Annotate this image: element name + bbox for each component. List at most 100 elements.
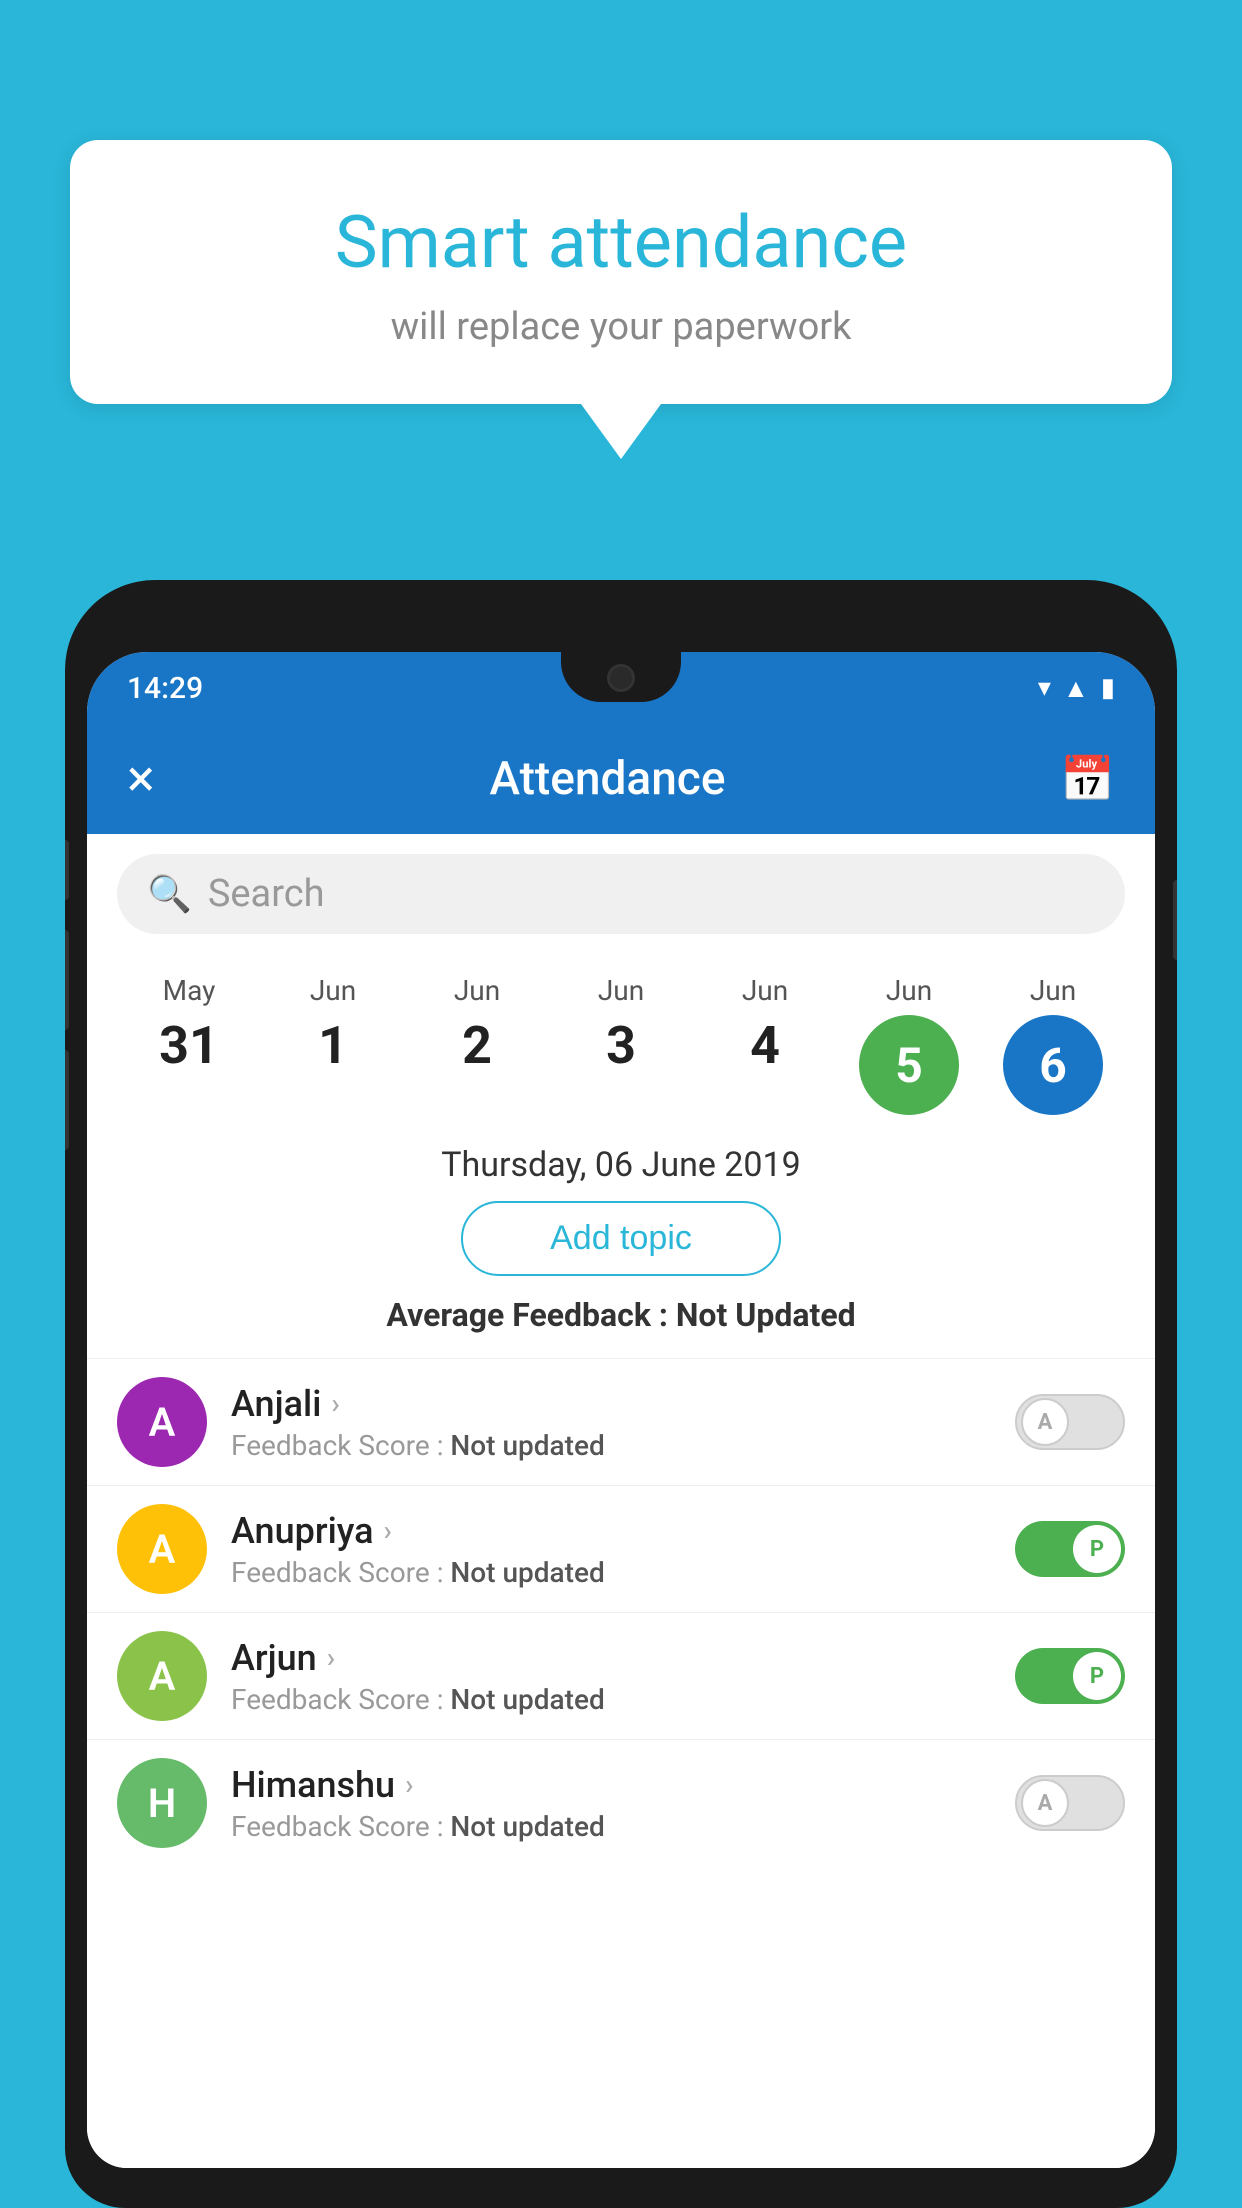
avg-feedback-value: Not Updated bbox=[676, 1296, 856, 1334]
date-day-4: 4 bbox=[750, 1015, 780, 1076]
toggle-anjali[interactable]: A bbox=[1015, 1394, 1125, 1450]
selected-date-label: Thursday, 06 June 2019 bbox=[87, 1145, 1155, 1185]
date-circle-jun5: 5 bbox=[859, 1015, 959, 1115]
volume-mute-button bbox=[65, 840, 69, 900]
avatar-himanshu: H bbox=[117, 1758, 207, 1848]
avatar-anupriya: A bbox=[117, 1504, 207, 1594]
toggle-arjun[interactable]: P bbox=[1015, 1648, 1125, 1704]
date-month-4: Jun bbox=[742, 974, 788, 1007]
volume-up-button bbox=[65, 930, 69, 1030]
chevron-anjali: › bbox=[331, 1387, 339, 1420]
avatar-letter-anupriya: A bbox=[149, 1526, 176, 1573]
date-day-3: 3 bbox=[606, 1015, 636, 1076]
student-info-himanshu: Himanshu › Feedback Score : Not updated bbox=[231, 1764, 991, 1843]
chevron-arjun: › bbox=[327, 1641, 335, 1674]
app-bar-title: Attendance bbox=[175, 752, 1040, 806]
phone-frame: 14:29 ▾ ▲ ▮ × Attendance 📅 bbox=[65, 580, 1177, 2208]
date-col-may31[interactable]: May 31 bbox=[139, 974, 239, 1115]
search-bar[interactable]: 🔍 Search bbox=[117, 854, 1125, 934]
feedback-anjali: Feedback Score : Not updated bbox=[231, 1429, 991, 1462]
battery-icon: ▮ bbox=[1101, 673, 1115, 703]
date-month-2: Jun bbox=[454, 974, 500, 1007]
feedback-value-himanshu: Not updated bbox=[450, 1810, 604, 1843]
speech-bubble-subtitle: will replace your paperwork bbox=[120, 305, 1122, 349]
date-day-1: 1 bbox=[318, 1015, 348, 1076]
name-text-arjun: Arjun bbox=[231, 1637, 317, 1679]
date-day-6: 6 bbox=[1039, 1037, 1067, 1094]
speech-bubble-container: Smart attendance will replace your paper… bbox=[70, 140, 1172, 459]
date-day-0: 31 bbox=[159, 1015, 219, 1076]
date-month-6: Jun bbox=[1030, 974, 1076, 1007]
calendar-icon[interactable]: 📅 bbox=[1060, 753, 1115, 805]
date-col-jun6[interactable]: Jun 6 bbox=[1003, 974, 1103, 1115]
close-button[interactable]: × bbox=[127, 753, 155, 805]
avatar-arjun: A bbox=[117, 1631, 207, 1721]
feedback-anupriya: Feedback Score : Not updated bbox=[231, 1556, 991, 1589]
student-item-anupriya[interactable]: A Anupriya › Feedback Score : Not update… bbox=[87, 1485, 1155, 1612]
speech-bubble: Smart attendance will replace your paper… bbox=[70, 140, 1172, 404]
avatar-anjali: A bbox=[117, 1377, 207, 1467]
feedback-value-anjali: Not updated bbox=[450, 1429, 604, 1462]
feedback-himanshu: Feedback Score : Not updated bbox=[231, 1810, 991, 1843]
status-time: 14:29 bbox=[127, 671, 203, 706]
toggle-knob-anjali: A bbox=[1021, 1398, 1069, 1446]
app-content: 🔍 Search May 31 Jun 1 bbox=[87, 834, 1155, 2168]
toggle-anupriya[interactable]: P bbox=[1015, 1521, 1125, 1577]
date-col-jun1[interactable]: Jun 1 bbox=[283, 974, 383, 1115]
avatar-letter-himanshu: H bbox=[148, 1780, 176, 1827]
student-name-himanshu: Himanshu › bbox=[231, 1764, 991, 1806]
student-info-anjali: Anjali › Feedback Score : Not updated bbox=[231, 1383, 991, 1462]
search-placeholder: Search bbox=[208, 872, 325, 916]
date-month-1: Jun bbox=[310, 974, 356, 1007]
front-camera bbox=[607, 664, 635, 692]
chevron-anupriya: › bbox=[384, 1514, 392, 1547]
app-bar: × Attendance 📅 bbox=[87, 724, 1155, 834]
student-name-anupriya: Anupriya › bbox=[231, 1510, 991, 1552]
phone-screen: 14:29 ▾ ▲ ▮ × Attendance 📅 bbox=[87, 652, 1155, 2168]
student-item-himanshu[interactable]: H Himanshu › Feedback Score : Not update… bbox=[87, 1739, 1155, 1866]
avg-feedback: Average Feedback : Not Updated bbox=[87, 1296, 1155, 1334]
student-info-anupriya: Anupriya › Feedback Score : Not updated bbox=[231, 1510, 991, 1589]
date-strip: May 31 Jun 1 Jun 2 bbox=[87, 954, 1155, 1125]
toggle-knob-himanshu: A bbox=[1021, 1779, 1069, 1827]
date-month-5: Jun bbox=[886, 974, 932, 1007]
student-item-anjali[interactable]: A Anjali › Feedback Score : Not updated bbox=[87, 1358, 1155, 1485]
add-topic-button[interactable]: Add topic bbox=[461, 1201, 781, 1276]
toggle-knob-anupriya: P bbox=[1073, 1525, 1121, 1573]
date-col-jun5[interactable]: Jun 5 bbox=[859, 974, 959, 1115]
speech-bubble-arrow bbox=[581, 404, 661, 459]
status-icons: ▾ ▲ ▮ bbox=[1038, 673, 1115, 704]
student-name-anjali: Anjali › bbox=[231, 1383, 991, 1425]
notch bbox=[561, 652, 681, 702]
name-text-anupriya: Anupriya bbox=[231, 1510, 374, 1552]
volume-down-button bbox=[65, 1050, 69, 1150]
student-item-arjun[interactable]: A Arjun › Feedback Score : Not updated bbox=[87, 1612, 1155, 1739]
power-button bbox=[1173, 880, 1177, 960]
feedback-value-anupriya: Not updated bbox=[450, 1556, 604, 1589]
toggle-himanshu[interactable]: A bbox=[1015, 1775, 1125, 1831]
toggle-knob-arjun: P bbox=[1073, 1652, 1121, 1700]
feedback-value-arjun: Not updated bbox=[450, 1683, 604, 1716]
date-circle-jun6: 6 bbox=[1003, 1015, 1103, 1115]
student-name-arjun: Arjun › bbox=[231, 1637, 991, 1679]
date-month-0: May bbox=[163, 974, 216, 1007]
date-month-3: Jun bbox=[598, 974, 644, 1007]
name-text-himanshu: Himanshu bbox=[231, 1764, 395, 1806]
date-col-jun3[interactable]: Jun 3 bbox=[571, 974, 671, 1115]
avatar-letter-arjun: A bbox=[149, 1653, 176, 1700]
chevron-himanshu: › bbox=[405, 1768, 413, 1801]
wifi-icon: ▾ bbox=[1038, 673, 1051, 703]
avg-feedback-label: Average Feedback : bbox=[386, 1296, 668, 1334]
avatar-letter-anjali: A bbox=[149, 1399, 176, 1446]
date-col-jun2[interactable]: Jun 2 bbox=[427, 974, 527, 1115]
student-info-arjun: Arjun › Feedback Score : Not updated bbox=[231, 1637, 991, 1716]
feedback-arjun: Feedback Score : Not updated bbox=[231, 1683, 991, 1716]
signal-icon: ▲ bbox=[1063, 673, 1089, 704]
speech-bubble-title: Smart attendance bbox=[120, 200, 1122, 285]
name-text-anjali: Anjali bbox=[231, 1383, 321, 1425]
date-day-2: 2 bbox=[462, 1015, 492, 1076]
date-col-jun4[interactable]: Jun 4 bbox=[715, 974, 815, 1115]
screen-content: 14:29 ▾ ▲ ▮ × Attendance 📅 bbox=[87, 652, 1155, 2168]
background: Smart attendance will replace your paper… bbox=[0, 0, 1242, 2208]
date-day-5: 5 bbox=[895, 1037, 923, 1094]
